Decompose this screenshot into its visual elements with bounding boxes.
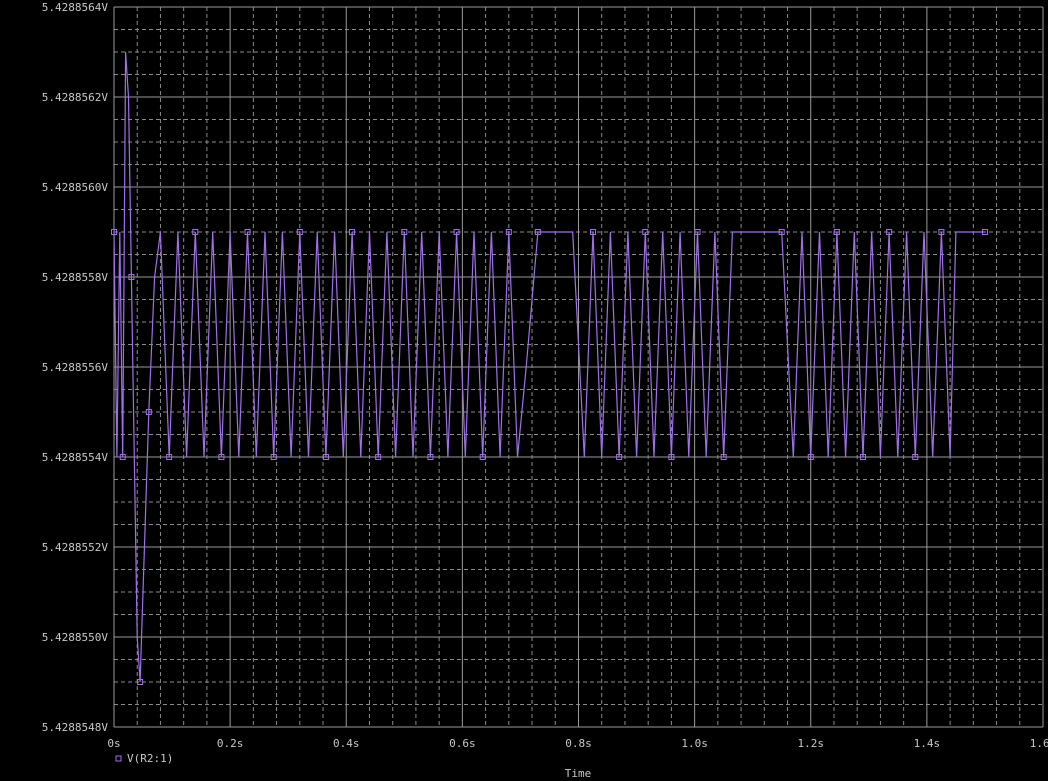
x-tick-label: 0.2s	[217, 737, 244, 750]
x-axis-title: Time	[565, 767, 592, 780]
x-tick-label: 1.0s	[681, 737, 708, 750]
y-tick-label: 5.4288554V	[42, 451, 109, 464]
x-tick-label: 0.4s	[333, 737, 360, 750]
legend-label: V(R2:1)	[127, 752, 173, 765]
legend-marker-icon	[115, 755, 122, 762]
y-tick-labels: 5.4288548V 5.4288550V 5.4288552V 5.4288554V…	[42, 1, 109, 734]
x-tick-label: 0s	[107, 737, 120, 750]
y-tick-label: 5.4288564V	[42, 1, 109, 14]
x-tick-label: 1.2s	[798, 737, 825, 750]
y-tick-label: 5.4288550V	[42, 631, 109, 644]
x-tick-label: 1.6s	[1030, 737, 1048, 750]
y-tick-label: 5.4288552V	[42, 541, 109, 554]
y-tick-label: 5.4288558V	[42, 271, 109, 284]
x-tick-label: 1.4s	[914, 737, 941, 750]
y-tick-label: 5.4288560V	[42, 181, 109, 194]
x-tick-label: 0.6s	[449, 737, 476, 750]
x-tick-labels: 0s 0.2s 0.4s 0.6s 0.8s 1.0s 1.2s 1.4s 1.6s	[107, 737, 1048, 750]
y-tick-label: 5.4288548V	[42, 721, 109, 734]
plot-area: 5.4288548V 5.4288550V 5.4288552V 5.4288554V…	[42, 1, 1048, 780]
y-tick-label: 5.4288562V	[42, 91, 109, 104]
x-tick-label: 0.8s	[565, 737, 592, 750]
y-tick-label: 5.4288556V	[42, 361, 109, 374]
legend: V(R2:1)	[115, 752, 173, 765]
